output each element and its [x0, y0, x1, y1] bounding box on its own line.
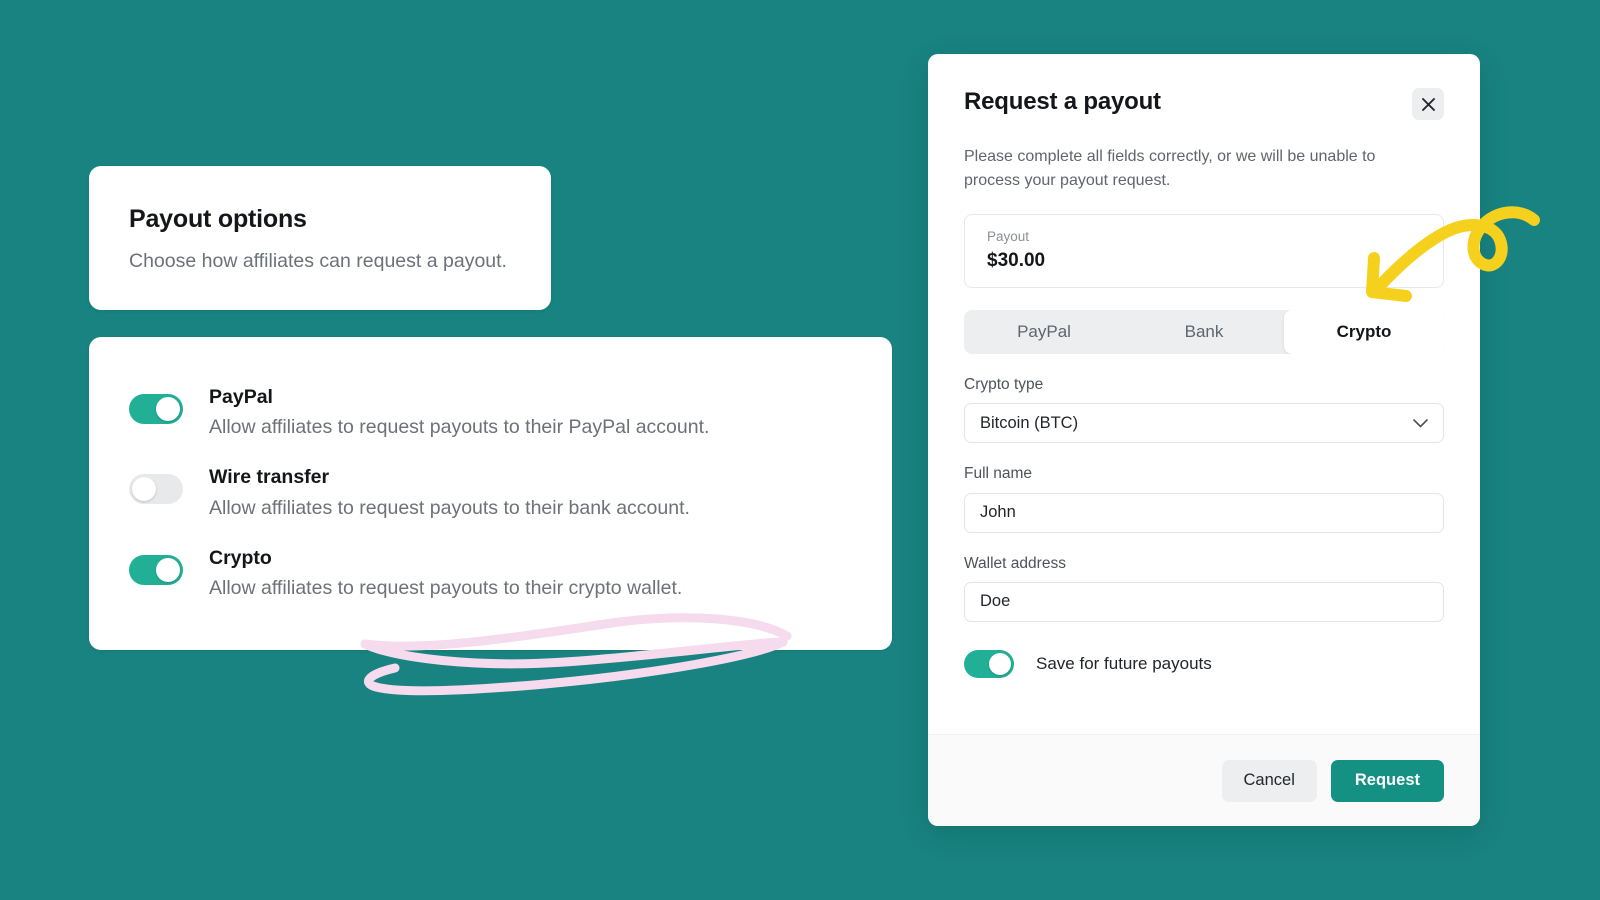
- toggle-save-for-future-payouts[interactable]: [964, 649, 1014, 678]
- modal-description: Please complete all fields correctly, or…: [964, 148, 1376, 189]
- chevron-down-icon: [1413, 414, 1428, 433]
- payout-options-list-card: PayPal Allow affiliates to request payou…: [89, 336, 892, 650]
- toggle-knob: [156, 558, 180, 582]
- payout-method-tabs: PayPal Bank Crypto: [964, 310, 1444, 355]
- payout-option-label: Wire transfer: [209, 466, 330, 489]
- payout-amount-field: Payout $30.00: [964, 214, 1444, 289]
- payout-option-row-crypto: Crypto Allow affiliates to request payou…: [129, 544, 852, 602]
- crypto-type-label: Crypto type: [964, 376, 1044, 394]
- wallet-address-input[interactable]: [964, 581, 1444, 622]
- crypto-type-select[interactable]: Bitcoin (BTC): [964, 403, 1444, 444]
- save-for-future-payouts-label: Save for future payouts: [1036, 653, 1212, 673]
- payout-option-text: Crypto Allow affiliates to request payou…: [209, 544, 682, 602]
- toggle-crypto[interactable]: [129, 555, 183, 585]
- payout-option-row-paypal: PayPal Allow affiliates to request payou…: [129, 383, 852, 441]
- screen: Payout options Choose how affiliates can…: [0, 0, 1600, 900]
- crypto-type-value: Bitcoin (BTC): [980, 413, 1079, 432]
- toggle-knob: [989, 652, 1011, 675]
- page-title: Payout options: [129, 205, 307, 233]
- wallet-address-field: Wallet address: [964, 554, 1444, 622]
- wallet-address-label: Wallet address: [964, 554, 1066, 572]
- modal-body: Request a payout Please complete all fie…: [928, 54, 1480, 734]
- full-name-label: Full name: [964, 465, 1033, 483]
- payout-option-text: Wire transfer Allow affiliates to reques…: [209, 463, 690, 521]
- cancel-button[interactable]: Cancel: [1221, 759, 1317, 802]
- payout-option-row-wire-transfer: Wire transfer Allow affiliates to reques…: [129, 463, 852, 521]
- close-icon: [1421, 97, 1436, 112]
- payout-option-label: Crypto: [209, 547, 272, 569]
- full-name-input[interactable]: [964, 492, 1444, 533]
- crypto-type-field: Crypto type Bitcoin (BTC): [964, 375, 1444, 444]
- request-button[interactable]: Request: [1330, 759, 1444, 802]
- tab-crypto[interactable]: Crypto: [1284, 310, 1444, 355]
- tab-bank[interactable]: Bank: [1124, 310, 1284, 354]
- close-button[interactable]: [1412, 88, 1444, 120]
- page-subtitle: Choose how affiliates can request a payo…: [129, 250, 507, 272]
- modal-footer: Cancel Request: [928, 734, 1480, 826]
- payout-options-header-card: Payout options Choose how affiliates can…: [89, 166, 551, 310]
- payout-option-description: Allow affiliates to request payouts to t…: [209, 496, 690, 519]
- payout-options-column: Payout options Choose how affiliates can…: [89, 166, 892, 650]
- payout-amount-label: Payout: [987, 229, 1030, 245]
- modal-title: Request a payout: [964, 88, 1161, 115]
- toggle-wire-transfer[interactable]: [129, 474, 183, 505]
- payout-option-description: Allow affiliates to request payouts to t…: [209, 416, 710, 439]
- tab-paypal[interactable]: PayPal: [964, 310, 1124, 354]
- request-payout-modal: Request a payout Please complete all fie…: [928, 54, 1480, 826]
- save-for-future-payouts-row: Save for future payouts: [964, 649, 1444, 678]
- toggle-paypal[interactable]: [129, 393, 183, 424]
- payout-option-text: PayPal Allow affiliates to request payou…: [209, 383, 709, 441]
- full-name-field: Full name: [964, 464, 1444, 533]
- toggle-knob: [156, 396, 180, 421]
- payout-amount-value: $30.00: [987, 249, 1046, 271]
- toggle-knob: [132, 477, 156, 502]
- modal-titlebar: Request a payout: [964, 87, 1444, 120]
- payout-option-label: PayPal: [209, 385, 273, 408]
- payout-option-description: Allow affiliates to request payouts to t…: [209, 577, 683, 600]
